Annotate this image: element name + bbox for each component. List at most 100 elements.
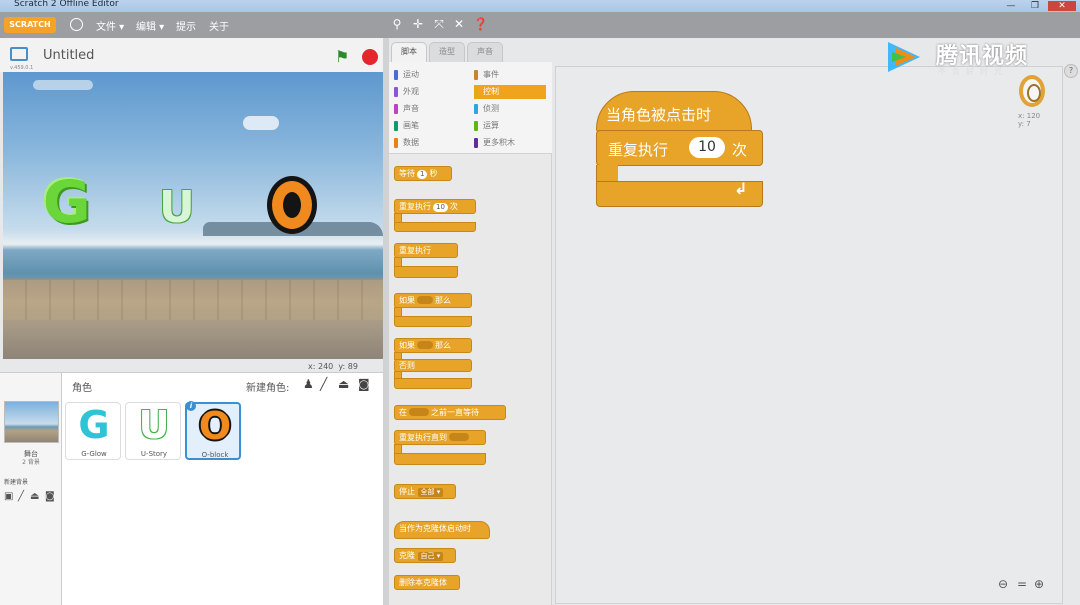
mouse-coordinates: x: 240 y: 89 [308, 362, 358, 371]
zoom-out-icon[interactable]: ⊖ [998, 577, 1008, 591]
block-text: 克隆 [399, 551, 415, 560]
video-watermark-icon [888, 42, 920, 72]
category-label: 更多积木 [483, 138, 515, 147]
minimize-button[interactable]: — [1000, 1, 1022, 11]
category-looks[interactable]: 外观 [394, 85, 466, 99]
loop-arrow-icon: ↲ [734, 179, 748, 198]
zoom-reset-icon[interactable]: = [1017, 577, 1027, 591]
new-backdrop-label: 新建背景 [4, 479, 29, 486]
category-data[interactable]: 数据 [394, 136, 466, 150]
wooden-deck [3, 280, 383, 320]
block-input[interactable]: 10 [433, 203, 448, 212]
block-forever[interactable]: 重复执行 [394, 243, 458, 258]
block-text: 秒 [429, 169, 438, 178]
category-sound[interactable]: 声音 [394, 102, 466, 116]
block-repeat[interactable]: 重复执行 10 次 [394, 199, 476, 214]
tab-scripts[interactable]: 脚本 [391, 42, 427, 63]
category-sensing[interactable]: 侦测 [474, 102, 546, 116]
block-if-else[interactable]: 如果 那么 [394, 338, 472, 353]
clone-dropdown[interactable]: 自己 ▾ [417, 552, 444, 561]
camera-backdrop-icon[interactable]: ◙ [45, 491, 55, 502]
condition-slot[interactable] [417, 341, 433, 349]
sprite-thumbnail: G [78, 403, 110, 447]
coord-y-label: y: [338, 362, 346, 371]
block-text: 重复执行 [399, 202, 431, 211]
sprite-tile-o-block[interactable]: O O-block [185, 402, 241, 460]
help-icon[interactable]: ❓ [473, 17, 488, 31]
menu-tips[interactable]: 提示 [176, 18, 196, 33]
upload-backdrop-icon[interactable]: ⏏ [30, 491, 39, 502]
paint-sprite-icon[interactable]: ╱ [320, 377, 327, 391]
block-wait[interactable]: 等待 1 秒 [394, 166, 452, 181]
sprite-x-label: x: [1018, 112, 1025, 120]
stage-canvas[interactable]: G U [3, 72, 383, 359]
category-pen[interactable]: 画笔 [394, 119, 466, 133]
category-swatch [474, 70, 478, 80]
tab-sounds[interactable]: 声音 [467, 42, 503, 62]
block-text: 那么 [435, 341, 451, 350]
tab-costumes[interactable]: 造型 [429, 42, 465, 62]
project-title[interactable]: Untitled [43, 48, 94, 63]
category-swatch [394, 121, 398, 131]
block-input[interactable]: 1 [417, 170, 428, 179]
cloud [243, 116, 279, 130]
current-sprite-position: x: 120 y: 7 [1018, 112, 1040, 128]
sprite-library-icon[interactable]: ♟ [303, 377, 314, 391]
block-repeat-until[interactable]: 重复执行直到 [394, 430, 486, 445]
stage-sprite-o[interactable] [267, 176, 317, 234]
zoom-in-icon[interactable]: ⊕ [1034, 577, 1044, 591]
green-flag-icon[interactable]: ⚑ [335, 47, 349, 66]
stage-sprite-g[interactable]: G [43, 168, 91, 236]
category-control[interactable]: 控制 [474, 85, 546, 99]
category-operators[interactable]: 运算 [474, 119, 546, 133]
sprite-tile-g-glow[interactable]: G G-Glow [65, 402, 121, 460]
category-more-blocks[interactable]: 更多积木 [474, 136, 546, 150]
block-text: 在 [399, 408, 407, 417]
repeat-unit-label: 次 [732, 141, 748, 159]
script-area[interactable]: 当角色被点击时 重复执行 10 次 ↲ [555, 66, 1063, 604]
condition-slot[interactable] [409, 408, 429, 416]
menu-about[interactable]: 关于 [209, 18, 229, 33]
stop-dropdown[interactable]: 全部 ▾ [417, 488, 444, 497]
block-delete-clone[interactable]: 删除本克隆体 [394, 575, 460, 590]
language-globe-icon[interactable] [70, 18, 83, 31]
upload-sprite-icon[interactable]: ⏏ [338, 377, 349, 391]
backdrop-library-icon[interactable]: ▣ [4, 491, 13, 502]
block-stop[interactable]: 停止 全部 ▾ [394, 484, 456, 499]
block-else-label: 否则 [394, 359, 472, 372]
stage-thumbnail[interactable] [4, 401, 59, 443]
menu-file[interactable]: 文件 ▾ [96, 18, 124, 33]
block-text: 如果 [399, 296, 415, 305]
shrink-icon[interactable]: ✕ [452, 17, 466, 31]
menu-edit[interactable]: 编辑 ▾ [136, 18, 164, 33]
fullscreen-icon[interactable] [10, 47, 28, 61]
close-button[interactable]: ✕ [1048, 1, 1076, 11]
category-swatch [394, 87, 398, 97]
scratch-logo[interactable]: SCRATCH [4, 17, 56, 33]
sprite-info-icon[interactable]: i [186, 401, 196, 411]
sprite-tile-u-story[interactable]: U U-Story [125, 402, 181, 460]
help-bubble-icon[interactable]: ? [1064, 64, 1078, 78]
stop-button[interactable] [362, 49, 378, 65]
block-text: 次 [449, 202, 458, 211]
block-text: 重复执行直到 [399, 433, 447, 442]
coord-y: 89 [347, 362, 358, 371]
category-events[interactable]: 事件 [474, 68, 546, 82]
category-label: 运动 [403, 70, 419, 79]
grow-icon[interactable]: ⤧ [432, 17, 446, 32]
condition-slot[interactable] [449, 433, 469, 441]
stage-sprite-u[interactable]: U [159, 182, 195, 233]
block-if-then[interactable]: 如果 那么 [394, 293, 472, 308]
camera-sprite-icon[interactable]: ◙ [358, 377, 370, 391]
block-create-clone[interactable]: 克隆 自己 ▾ [394, 548, 456, 563]
repeat-times-input[interactable]: 10 [689, 137, 725, 158]
category-motion[interactable]: 运动 [394, 68, 466, 82]
block-wait-until[interactable]: 在 之前一直等待 [394, 405, 506, 420]
duplicate-icon[interactable]: ⚲ [390, 17, 404, 31]
stage-backdrop-count: 2 背景 [22, 459, 40, 466]
delete-icon[interactable]: ✛ [411, 17, 425, 31]
paint-backdrop-icon[interactable]: ╱ [18, 491, 24, 502]
block-when-clone-starts[interactable]: 当作为克隆体启动时 [394, 521, 490, 539]
maximize-button[interactable]: ❐ [1024, 1, 1046, 11]
condition-slot[interactable] [417, 296, 433, 304]
